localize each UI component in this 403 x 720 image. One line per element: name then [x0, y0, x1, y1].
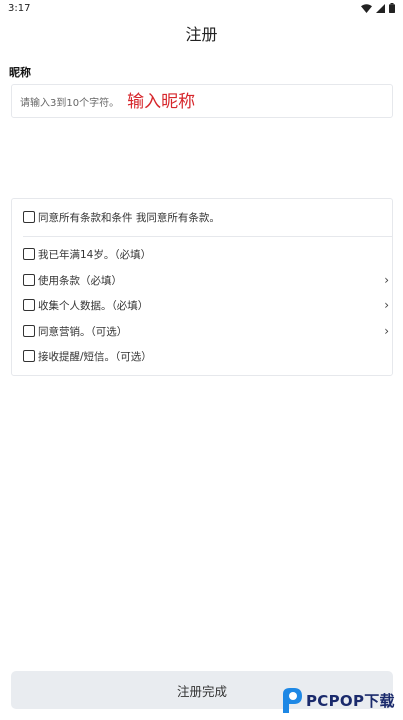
agree-all-checkbox[interactable]: 同意所有条款和条件 我同意所有条款。	[23, 208, 383, 226]
nickname-input[interactable]: 请输入3到10个字符。 输入昵称	[11, 84, 393, 118]
checkbox-icon[interactable]	[23, 248, 35, 260]
agree-sms-checkbox[interactable]: 接收提醒/短信。（可选）	[23, 347, 383, 365]
signal-icon	[376, 3, 385, 13]
agree-personal-data-checkbox[interactable]: 收集个人数据。（必填） ›	[23, 296, 389, 314]
wifi-icon	[361, 3, 372, 13]
checkbox-icon[interactable]	[23, 299, 35, 311]
agree-marketing-checkbox[interactable]: 同意营销。（可选） ›	[23, 322, 389, 340]
nickname-label: 昵称	[9, 66, 31, 79]
chevron-right-icon[interactable]: ›	[384, 296, 389, 314]
chevron-right-icon[interactable]: ›	[384, 322, 389, 340]
checkbox-icon[interactable]	[23, 274, 35, 286]
page-title: 注册	[185, 25, 218, 44]
agree-terms-checkbox[interactable]: 使用条款（必填） ›	[23, 271, 389, 289]
status-icons	[361, 3, 395, 13]
pcpop-logo-icon	[283, 688, 302, 713]
agree-personal-data-label: 收集个人数据。（必填）	[38, 299, 149, 312]
battery-icon	[389, 3, 395, 13]
nickname-annotation: 输入昵称	[127, 91, 196, 112]
checkbox-icon[interactable]	[23, 211, 35, 223]
agree-terms-label: 使用条款（必填）	[38, 274, 122, 287]
agree-marketing-label: 同意营销。（可选）	[38, 325, 128, 338]
chevron-right-icon[interactable]: ›	[384, 271, 389, 289]
agree-all-label: 同意所有条款和条件 我同意所有条款。	[38, 211, 220, 224]
watermark: PCPOP下载	[280, 684, 395, 716]
agree-sms-label: 接收提醒/短信。（可选）	[38, 350, 152, 363]
status-time: 3:17	[8, 2, 31, 14]
watermark-text: PCPOP下载	[306, 691, 395, 710]
agree-age-checkbox[interactable]: 我已年满14岁。（必填）	[23, 245, 383, 263]
divider	[23, 236, 393, 237]
agreement-panel: 同意所有条款和条件 我同意所有条款。 我已年满14岁。（必填） 使用条款（必填）…	[11, 198, 393, 376]
agree-age-label: 我已年满14岁。（必填）	[38, 248, 152, 261]
checkbox-icon[interactable]	[23, 350, 35, 362]
status-bar: 3:17	[0, 0, 403, 16]
checkbox-icon[interactable]	[23, 325, 35, 337]
nickname-placeholder: 请输入3到10个字符。	[20, 97, 120, 109]
